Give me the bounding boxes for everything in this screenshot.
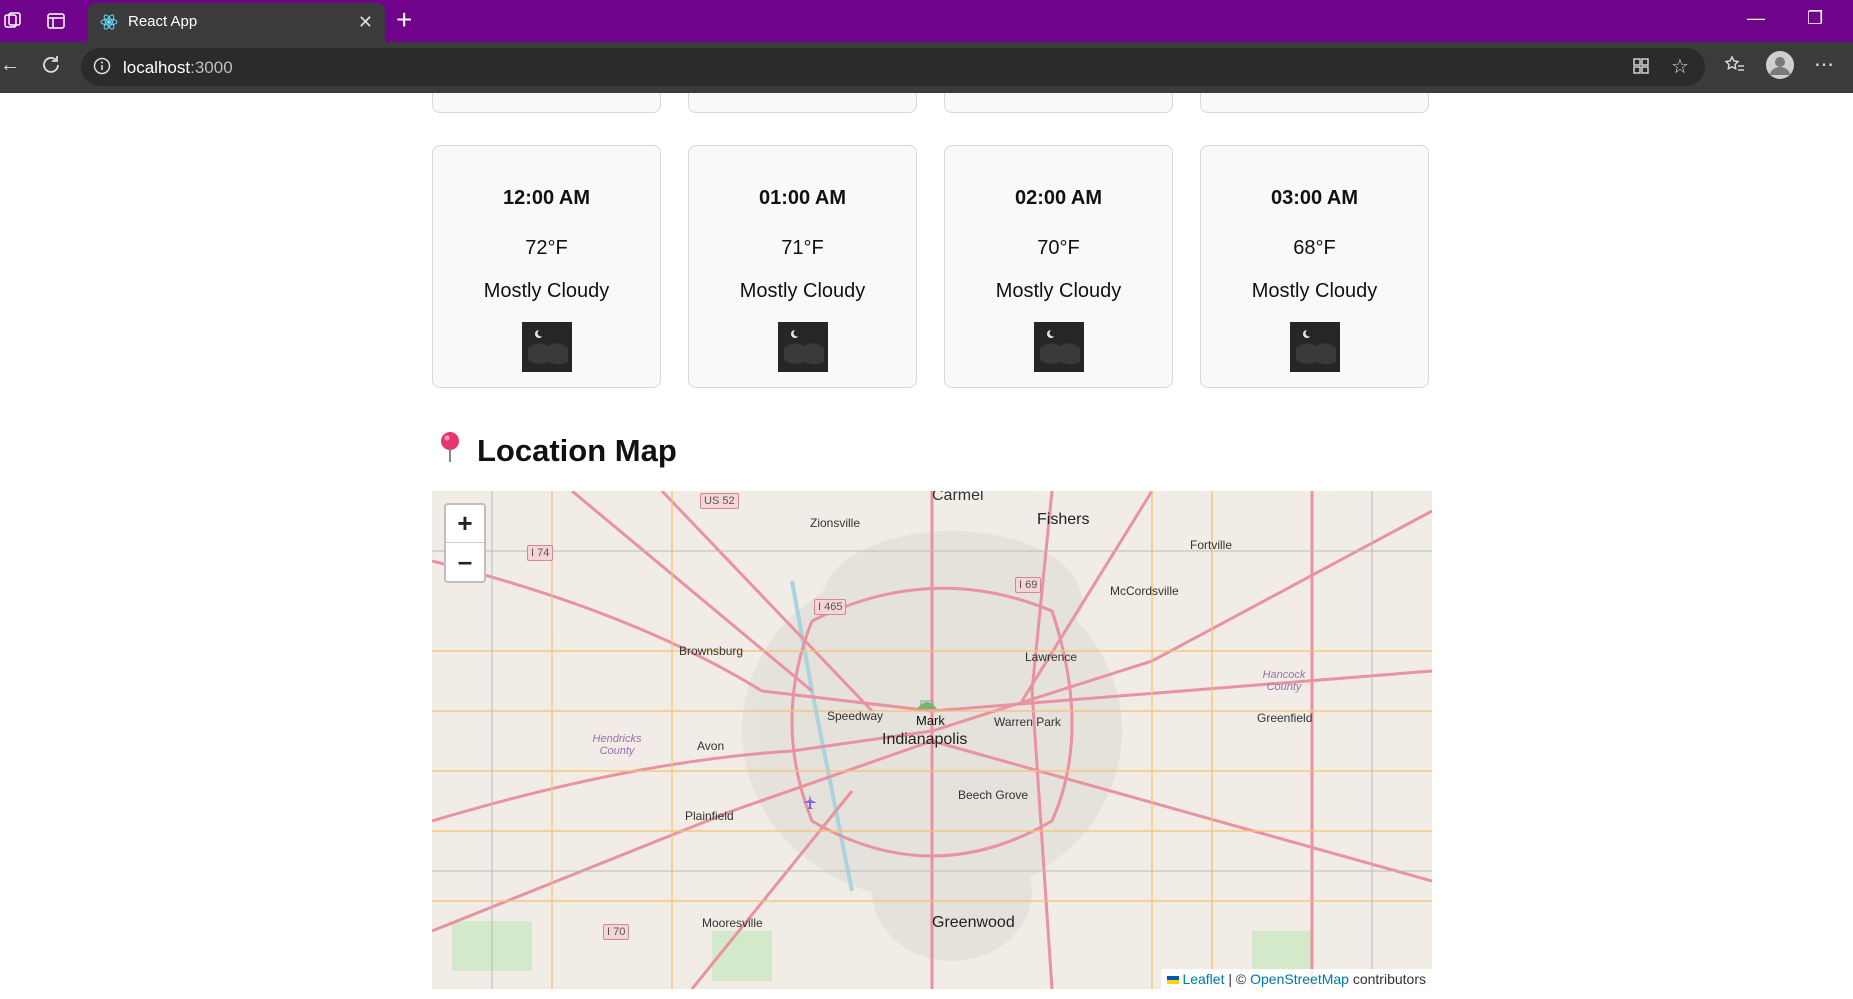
close-tab-icon[interactable]: ✕ — [358, 12, 373, 33]
openstreetmap-link[interactable]: OpenStreetMap — [1250, 971, 1349, 987]
app-available-icon[interactable] — [1631, 56, 1651, 81]
night-cloudy-icon — [1034, 322, 1084, 372]
ukraine-flag-icon — [1167, 976, 1180, 984]
map-label-lawrence: Lawrence — [1025, 650, 1078, 664]
hourly-condition: Mostly Cloudy — [995, 280, 1122, 302]
url-host: localhost — [123, 58, 191, 77]
hourly-time: 01:00 AM — [758, 187, 847, 209]
restore-icon[interactable]: ❐ — [1807, 8, 1823, 29]
hourly-time: 03:00 AM — [1270, 187, 1359, 209]
hourly-time: 12:00 AM — [502, 187, 591, 209]
map-label-hendricks-county: Hendricks County — [592, 733, 642, 757]
hourly-card: 12:00 AM 72°F Mostly Cloudy — [432, 145, 661, 388]
hourly-condition: Mostly Cloudy — [483, 280, 610, 302]
favorites-icon[interactable] — [1724, 54, 1746, 81]
hourly-card: 01:00 AM 71°F Mostly Cloudy — [688, 145, 917, 388]
hourly-temp: 72°F — [525, 237, 568, 259]
hourly-condition: Mostly Cloudy — [739, 280, 866, 302]
hourly-card: 02:00 AM 70°F Mostly Cloudy — [944, 145, 1173, 388]
shield-i70: I 70 — [603, 924, 630, 940]
browser-toolbar: ← localhost:3000 ☆ ⋯ — [0, 42, 1853, 93]
refresh-icon[interactable] — [40, 54, 62, 81]
hourly-time: 02:00 AM — [1014, 187, 1103, 209]
zoom-out-button[interactable]: – — [446, 542, 484, 580]
pin-icon — [437, 431, 463, 471]
zoom-in-button[interactable]: + — [446, 505, 484, 542]
vertical-tabs-icon[interactable] — [44, 9, 68, 33]
hourly-card-partial — [432, 93, 661, 113]
map-label-fishers: Fishers — [1037, 511, 1090, 528]
attribution-separator: | © — [1224, 971, 1251, 987]
map-label-speedway: Speedway — [827, 709, 884, 723]
shield-i465: I 465 — [814, 599, 847, 615]
hourly-temp: 70°F — [1037, 237, 1080, 259]
tab-title: React App — [128, 13, 198, 30]
hourly-temp: 71°F — [781, 237, 824, 259]
hourly-card-partial — [688, 93, 917, 113]
map-label-brownsburg: Brownsburg — [679, 644, 744, 658]
favorite-star-icon[interactable]: ☆ — [1671, 54, 1689, 79]
map-label-zionsville: Zionsville — [810, 516, 861, 530]
location-map-heading: Location Map — [437, 431, 677, 471]
url-port: :3000 — [190, 58, 233, 77]
night-cloudy-icon — [522, 322, 572, 372]
workspaces-icon[interactable] — [0, 9, 24, 33]
shield-i74: I 74 — [527, 545, 554, 561]
shield-us52: US 52 — [700, 493, 739, 509]
map-label-mooresville: Mooresville — [702, 916, 763, 930]
site-info-icon[interactable] — [93, 57, 111, 80]
leaflet-map[interactable]: Carmel Fishers Zionsville Fortville McCo… — [432, 491, 1432, 989]
attribution-tail: contributors — [1348, 971, 1426, 987]
map-label-indianapolis: Indianapolis — [882, 731, 968, 748]
airport-icon — [802, 794, 818, 815]
map-label-greenwood: Greenwood — [932, 914, 1015, 931]
profile-avatar-icon[interactable] — [1766, 51, 1794, 84]
hourly-card: 03:00 AM 68°F Mostly Cloudy — [1200, 145, 1429, 388]
hourly-card-partial — [944, 93, 1173, 113]
map-label-carmel: Carmel — [932, 491, 984, 504]
map-label-avon: Avon — [697, 739, 725, 753]
map-label-warren-park: Warren Park — [994, 715, 1061, 729]
tab-react-app[interactable]: React App ✕ — [88, 3, 385, 42]
map-attribution: Leaflet | © OpenStreetMap contributors — [1161, 969, 1432, 989]
map-label-plainfield: Plainfield — [685, 809, 734, 823]
leaflet-link[interactable]: Leaflet — [1182, 971, 1224, 987]
minimize-icon[interactable]: — — [1747, 8, 1765, 29]
night-cloudy-icon — [1290, 322, 1340, 372]
new-tab-icon[interactable]: + — [396, 4, 412, 36]
back-icon[interactable]: ← — [0, 54, 20, 77]
shield-i69: I 69 — [1015, 577, 1042, 593]
map-label-mccordsville: McCordsville — [1110, 584, 1179, 598]
map-label-fortville: Fortville — [1190, 538, 1233, 552]
react-logo-icon — [99, 12, 119, 37]
browser-tab-bar: React App ✕ + — ❐ — [0, 0, 1853, 42]
marker-label: Mark — [916, 713, 945, 728]
hourly-card-partial — [1200, 93, 1429, 113]
address-bar[interactable]: localhost:3000 ☆ — [81, 48, 1705, 86]
hourly-condition: Mostly Cloudy — [1251, 280, 1378, 302]
page-content: 12:00 AM 72°F Mostly Cloudy 01:00 AM 71°… — [0, 93, 1853, 999]
map-label-greenfield: Greenfield — [1257, 711, 1313, 725]
hourly-temp: 68°F — [1293, 237, 1336, 259]
more-menu-icon[interactable]: ⋯ — [1814, 52, 1834, 77]
zoom-control: + – — [444, 503, 486, 583]
location-map-title: Location Map — [477, 433, 677, 468]
map-label-hancock-county: Hancock County — [1262, 669, 1306, 693]
map-label-beech-grove: Beech Grove — [958, 788, 1029, 802]
night-cloudy-icon — [778, 322, 828, 372]
url-text: localhost:3000 — [123, 58, 233, 78]
